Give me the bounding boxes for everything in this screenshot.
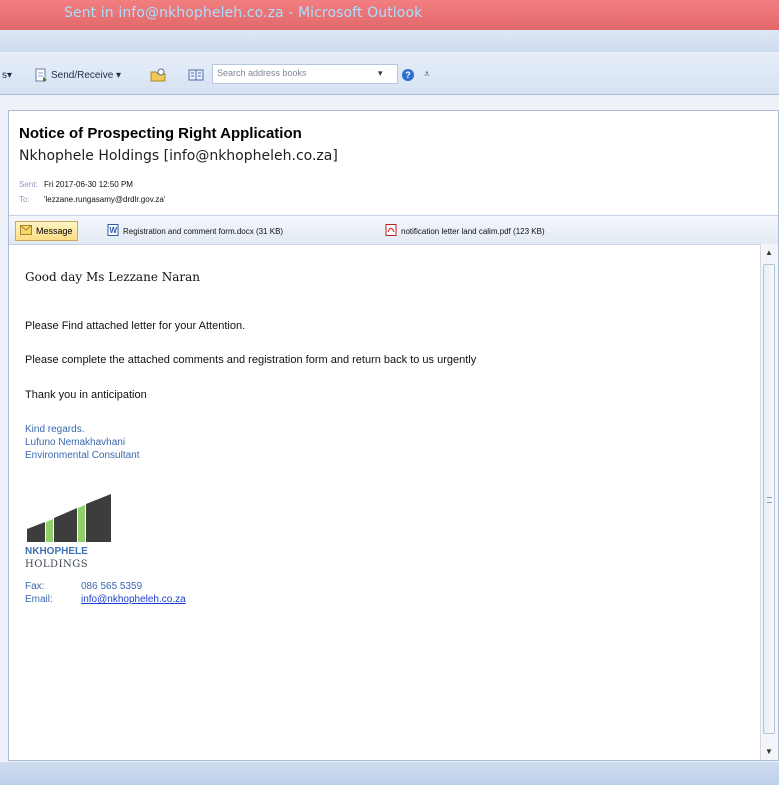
message-from[interactable]: Nkhophele Holdings [info@nkhopheleh.co.z…	[19, 148, 338, 164]
window-title: Sent in info@nkhopheleh.co.za - Microsof…	[64, 5, 423, 21]
search-address-books-input[interactable]: Search address books	[212, 64, 398, 84]
to-row: To: 'lezzane.rungasamy@drdlr.gov.za'	[19, 195, 165, 204]
vertical-scrollbar[interactable]: ▲ ▼	[760, 244, 778, 760]
signature-regards: Kind regards.	[25, 424, 85, 435]
logo-text-nkhophele: NKHOPHELE	[25, 546, 88, 557]
toolbar: s▾ Send/Receive ▾ Search address books ▾…	[0, 52, 779, 95]
title-bar: Sent in info@nkhopheleh.co.za - Microsof…	[0, 0, 779, 30]
to-value[interactable]: 'lezzane.rungasamy@drdlr.gov.za'	[44, 195, 165, 204]
company-logo	[25, 494, 115, 547]
signature-role: Environmental Consultant	[25, 450, 140, 461]
to-label: To:	[19, 195, 30, 204]
message-tab-button[interactable]: Message	[15, 221, 78, 241]
email-link[interactable]: info@nkhopheleh.co.za	[81, 594, 186, 605]
message-header: Notice of Prospecting Right Application …	[9, 111, 778, 215]
message-body: Good day Ms Lezzane Naran Please Find at…	[9, 244, 759, 760]
pdf-icon	[385, 224, 397, 238]
send-receive-icon	[34, 68, 48, 82]
body-line-3: Thank you in anticipation	[25, 389, 147, 401]
help-icon[interactable]: ?	[402, 69, 414, 81]
scroll-up-icon[interactable]: ▲	[765, 248, 773, 257]
attachment-pdf[interactable]: notification letter land calim.pdf (123 …	[385, 224, 545, 238]
find-button[interactable]	[150, 66, 167, 84]
email-row: Email: info@nkhopheleh.co.za	[25, 594, 186, 605]
greeting-text: Good day Ms Lezzane Naran	[25, 270, 201, 284]
sent-label: Sent:	[19, 180, 38, 189]
envelope-icon	[20, 225, 32, 237]
message-tab-label: Message	[36, 226, 73, 236]
svg-text:W: W	[110, 226, 118, 235]
body-line-1: Please Find attached letter for your Att…	[25, 320, 246, 332]
scroll-grip-icon	[767, 497, 772, 503]
status-bar	[0, 762, 779, 785]
toolbar-overflow-icon[interactable]: ⩡	[424, 69, 430, 80]
sent-row: Sent: Fri 2017-06-30 12:50 PM	[19, 180, 133, 189]
fax-label: Fax:	[25, 581, 45, 592]
attachment-bar: Message W Registration and comment form.…	[9, 215, 778, 245]
address-book-icon	[188, 68, 204, 82]
search-dropdown-arrow[interactable]: ▾	[378, 68, 383, 79]
toolbar-fragment-label: s▾	[2, 69, 13, 81]
email-label: Email:	[25, 594, 53, 605]
body-line-2: Please complete the attached comments an…	[25, 354, 477, 366]
sent-value: Fri 2017-06-30 12:50 PM	[44, 180, 133, 189]
fax-value: 086 565 5359	[81, 581, 143, 592]
folder-search-icon	[150, 68, 166, 82]
attachment-pdf-label: notification letter land calim.pdf (123 …	[401, 226, 545, 236]
toolbar-fragment-button[interactable]: s▾	[2, 66, 12, 84]
message-subject: Notice of Prospecting Right Application	[19, 125, 302, 142]
address-book-button[interactable]	[188, 66, 205, 84]
signature-name: Lufuno Nemakhavhani	[25, 437, 126, 448]
ribbon-band	[0, 30, 779, 52]
attachment-docx-label: Registration and comment form.docx (31 K…	[123, 226, 284, 236]
attachment-docx[interactable]: W Registration and comment form.docx (31…	[107, 224, 283, 238]
scroll-thumb[interactable]	[763, 264, 775, 734]
send-receive-button[interactable]: Send/Receive ▾	[34, 66, 121, 84]
word-doc-icon: W	[107, 224, 119, 238]
search-placeholder: Search address books	[217, 68, 307, 78]
reading-pane: Notice of Prospecting Right Application …	[8, 110, 779, 761]
scroll-down-icon[interactable]: ▼	[765, 747, 773, 756]
send-receive-label: Send/Receive ▾	[51, 69, 122, 81]
logo-bars-icon	[27, 494, 111, 542]
logo-text-holdings: HOLDINGS	[25, 559, 89, 570]
fax-row: Fax: 086 565 5359	[25, 581, 142, 592]
